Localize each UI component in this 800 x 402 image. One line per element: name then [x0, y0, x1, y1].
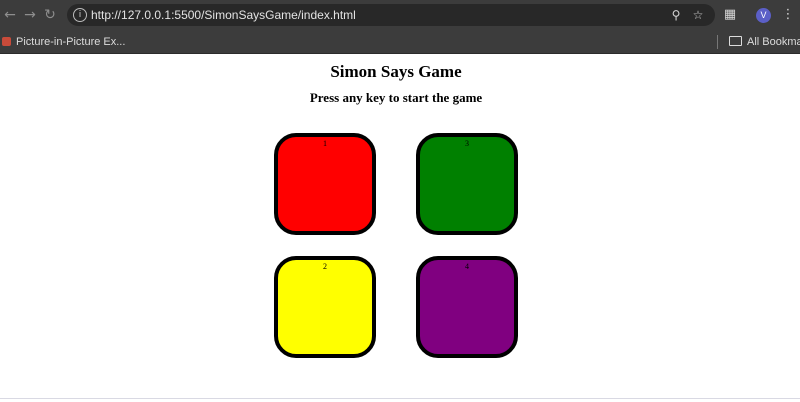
info-icon[interactable]: i [73, 8, 87, 22]
bookmark-label: Picture-in-Picture Ex... [16, 36, 126, 48]
zoom-icon[interactable]: ⚲ [668, 7, 684, 23]
all-bookmarks-label: All Bookmarks [747, 36, 800, 48]
more-vertical-icon[interactable]: ⋮ [779, 6, 797, 24]
page-title: Simon Says Game [330, 62, 462, 81]
arrow-left-icon: ← [4, 7, 16, 23]
divider [717, 35, 718, 49]
folder-icon [729, 36, 742, 46]
divider [0, 398, 800, 399]
bookmarks-bar: Picture-in-Picture Ex... All Bookmarks [0, 31, 800, 54]
game-status: Press any key to start the game [309, 90, 483, 105]
star-icon[interactable]: ☆ [690, 7, 706, 23]
forward-button[interactable]: → [21, 6, 39, 24]
browser-toolbar: ← → ↻ i http://127.0.0.1:5500/SimonSaysG… [0, 0, 800, 31]
reload-icon: ↻ [44, 7, 56, 23]
game-button-purple[interactable]: 4 [416, 256, 518, 358]
bookmark-item[interactable]: Picture-in-Picture Ex... [2, 31, 125, 53]
avatar[interactable]: V [756, 8, 771, 23]
button-number: 4 [465, 262, 469, 271]
back-button[interactable]: ← [1, 6, 19, 24]
game-button-red[interactable]: 1 [274, 133, 376, 235]
game-button-yellow[interactable]: 2 [274, 256, 376, 358]
arrow-right-icon: → [24, 7, 36, 23]
all-bookmarks-button[interactable]: All Bookmarks [729, 31, 800, 53]
reload-button[interactable]: ↻ [41, 6, 59, 24]
puzzle-icon[interactable]: ▦ [721, 6, 739, 24]
button-number: 3 [465, 139, 469, 148]
button-number: 1 [323, 139, 327, 148]
button-number: 2 [323, 262, 327, 271]
address-bar[interactable]: i http://127.0.0.1:5500/SimonSaysGame/in… [67, 4, 715, 26]
game-button-green[interactable]: 3 [416, 133, 518, 235]
favicon-icon [2, 37, 11, 46]
url-text[interactable]: http://127.0.0.1:5500/SimonSaysGame/inde… [91, 4, 356, 26]
